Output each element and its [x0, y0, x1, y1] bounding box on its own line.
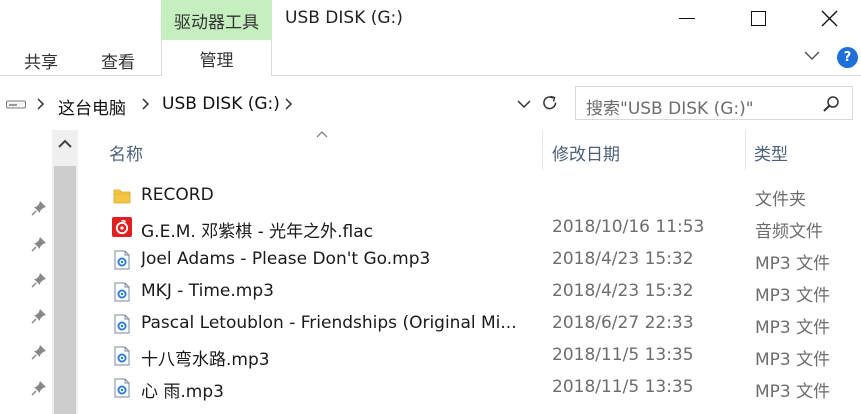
address-history-dropdown-icon[interactable] [516, 97, 532, 111]
file-date: 2018/10/16 11:53 [552, 217, 705, 237]
file-date: 2018/11/5 13:35 [552, 377, 694, 397]
column-header-date[interactable]: 修改日期 [552, 140, 620, 165]
help-icon[interactable]: ? [837, 47, 858, 68]
breadcrumb-separator-icon[interactable] [141, 97, 151, 111]
audio-file-icon [114, 250, 130, 270]
file-name: Pascal Letoublon - Friendships (Original… [141, 313, 517, 333]
minimize-icon [679, 17, 695, 19]
audio-file-icon [114, 314, 130, 334]
refresh-icon[interactable] [540, 93, 560, 113]
file-type: 文件夹 [755, 190, 806, 210]
maximize-button[interactable] [735, 0, 781, 36]
folder-icon [113, 189, 131, 204]
column-divider[interactable] [745, 130, 746, 170]
list-item[interactable]: RECORD 文件夹 [80, 180, 861, 212]
maximize-icon [750, 10, 766, 26]
file-name: MKJ - Time.mp3 [141, 281, 274, 301]
list-item[interactable]: G.E.M. 邓紫棋 - 光年之外.flac 2018/10/16 11:53 … [80, 212, 861, 244]
file-type: MP3 文件 [755, 286, 831, 306]
tab-view[interactable]: 查看 [101, 48, 135, 73]
file-name: G.E.M. 邓紫棋 - 光年之外.flac [141, 222, 374, 242]
pin-icon[interactable] [31, 344, 47, 360]
file-list-header: 名称 修改日期 类型 [80, 130, 861, 170]
pin-icon[interactable] [31, 380, 47, 396]
pin-icon[interactable] [31, 200, 47, 216]
title-bar: 驱动器工具 USB DISK (G:) [0, 0, 861, 40]
netease-music-icon [112, 217, 132, 237]
file-name: RECORD [141, 185, 214, 205]
search-icon[interactable] [822, 95, 840, 113]
drive-tools-context-tab[interactable]: 驱动器工具 [161, 0, 272, 40]
close-icon [821, 10, 837, 26]
usb-drive-icon [6, 100, 26, 109]
file-list: RECORD 文件夹 G.E.M. 邓紫棋 - 光年之外.flac 2018/1… [80, 180, 861, 404]
address-bar: 这台电脑 USB DISK (G:) 搜索"USB DISK (G:)" [0, 85, 861, 123]
search-input[interactable]: 搜索"USB DISK (G:)" [575, 86, 853, 120]
file-type: MP3 文件 [755, 382, 831, 402]
audio-file-icon [114, 378, 130, 398]
sort-ascending-icon [316, 131, 328, 138]
file-type: 音频文件 [755, 222, 823, 242]
list-item[interactable]: Pascal Letoublon - Friendships (Original… [80, 308, 861, 340]
list-item[interactable]: 心 雨.mp3 2018/11/5 13:35 MP3 文件 [80, 372, 861, 404]
file-date: 2018/4/23 15:32 [552, 281, 694, 301]
list-item[interactable]: Joel Adams - Please Don't Go.mp3 2018/4/… [80, 244, 861, 276]
file-date: 2018/11/5 13:35 [552, 345, 694, 365]
nav-scrollbar[interactable] [52, 130, 78, 414]
file-date: 2018/6/27 22:33 [552, 313, 694, 333]
search-placeholder: 搜索"USB DISK (G:)" [586, 99, 754, 119]
audio-file-icon [114, 346, 130, 366]
column-header-type[interactable]: 类型 [754, 140, 788, 165]
minimize-button[interactable] [664, 0, 710, 36]
breadcrumb-separator-icon[interactable] [36, 97, 46, 111]
file-name: 心 雨.mp3 [141, 382, 224, 402]
scroll-up-arrow-icon[interactable] [57, 138, 73, 150]
ribbon-tabs: 共享 查看 管理 [0, 40, 861, 76]
file-name: Joel Adams - Please Don't Go.mp3 [141, 249, 431, 269]
file-type: MP3 文件 [755, 350, 831, 370]
audio-file-icon [114, 282, 130, 302]
breadcrumb-separator-icon[interactable] [284, 97, 294, 111]
scrollbar-thumb[interactable] [54, 166, 76, 414]
column-divider[interactable] [542, 130, 543, 170]
pin-icon[interactable] [31, 236, 47, 252]
close-button[interactable] [806, 0, 852, 36]
file-type: MP3 文件 [755, 254, 831, 274]
file-date: 2018/4/23 15:32 [552, 249, 694, 269]
expand-ribbon-chevron-icon[interactable] [803, 48, 821, 62]
tab-share[interactable]: 共享 [24, 48, 58, 73]
navigation-pane [0, 130, 80, 414]
tab-manage[interactable]: 管理 [161, 40, 272, 76]
pin-icon[interactable] [31, 308, 47, 324]
pin-icon[interactable] [31, 272, 47, 288]
list-item[interactable]: MKJ - Time.mp3 2018/4/23 15:32 MP3 文件 [80, 276, 861, 308]
breadcrumb-this-pc[interactable]: 这台电脑 [58, 94, 126, 119]
column-header-name[interactable]: 名称 [109, 140, 143, 165]
breadcrumb-usb-disk[interactable]: USB DISK (G:) [162, 94, 280, 114]
list-item[interactable]: 十八弯水路.mp3 2018/11/5 13:35 MP3 文件 [80, 340, 861, 372]
file-name: 十八弯水路.mp3 [141, 350, 270, 370]
file-type: MP3 文件 [755, 318, 831, 338]
window-title: USB DISK (G:) [285, 8, 403, 28]
